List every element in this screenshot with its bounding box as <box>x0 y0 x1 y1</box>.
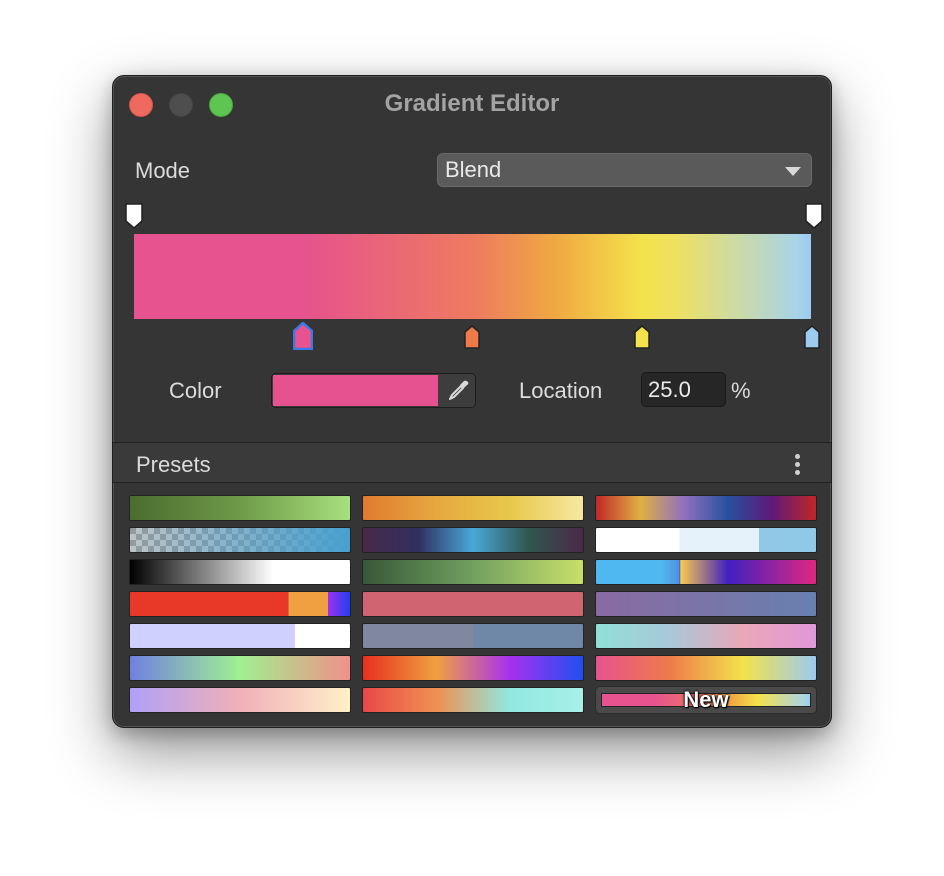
more-options-icon[interactable] <box>793 454 801 478</box>
color-stop[interactable] <box>634 325 650 349</box>
window-title: Gradient Editor <box>384 90 560 117</box>
opacity-stop[interactable] <box>805 203 823 229</box>
new-preset-button[interactable]: New <box>595 686 817 714</box>
preset-swatch[interactable] <box>595 623 817 649</box>
eyedropper-icon[interactable] <box>446 379 470 403</box>
preset-swatch[interactable] <box>362 623 584 649</box>
preset-swatch[interactable] <box>362 495 584 521</box>
preset-swatch[interactable] <box>129 687 351 713</box>
preset-swatch[interactable] <box>595 527 817 553</box>
preset-swatch[interactable] <box>362 559 584 585</box>
preset-swatch[interactable] <box>595 655 817 681</box>
divider <box>113 482 831 483</box>
preset-swatch[interactable] <box>595 591 817 617</box>
preset-swatch[interactable] <box>129 591 351 617</box>
preset-swatch[interactable] <box>129 495 351 521</box>
preset-swatch[interactable] <box>362 687 584 713</box>
color-stop-selected[interactable] <box>293 322 313 350</box>
preset-swatch[interactable] <box>595 495 817 521</box>
opacity-stop[interactable] <box>125 203 143 229</box>
color-stop[interactable] <box>804 325 820 349</box>
location-label: Location <box>519 378 603 403</box>
mode-value: Blend <box>445 157 502 182</box>
gradient-editor-window: Gradient Editor Mode Blend Color Locatio… <box>112 75 832 728</box>
presets-label: Presets <box>136 452 211 477</box>
preset-swatch[interactable] <box>129 623 351 649</box>
new-preset-label: New <box>683 687 729 712</box>
preset-swatch[interactable] <box>595 559 817 585</box>
preset-swatch[interactable] <box>362 527 584 553</box>
percent-unit: % <box>731 378 751 403</box>
location-input[interactable]: 25.0 <box>641 372 726 407</box>
preset-swatch[interactable] <box>129 559 351 585</box>
color-well[interactable] <box>271 373 476 408</box>
chevron-down-icon <box>785 167 801 176</box>
color-label: Color <box>169 378 222 403</box>
preset-swatch[interactable] <box>129 527 351 553</box>
preset-swatch[interactable] <box>362 655 584 681</box>
presets-header <box>113 443 831 483</box>
mode-dropdown[interactable]: Blend <box>437 153 812 187</box>
color-stop[interactable] <box>464 325 480 349</box>
preset-swatch[interactable] <box>362 591 584 617</box>
mode-label: Mode <box>135 158 191 183</box>
color-swatch[interactable] <box>273 375 438 406</box>
gradient-preview[interactable] <box>134 234 811 319</box>
preset-swatch[interactable] <box>129 655 351 681</box>
